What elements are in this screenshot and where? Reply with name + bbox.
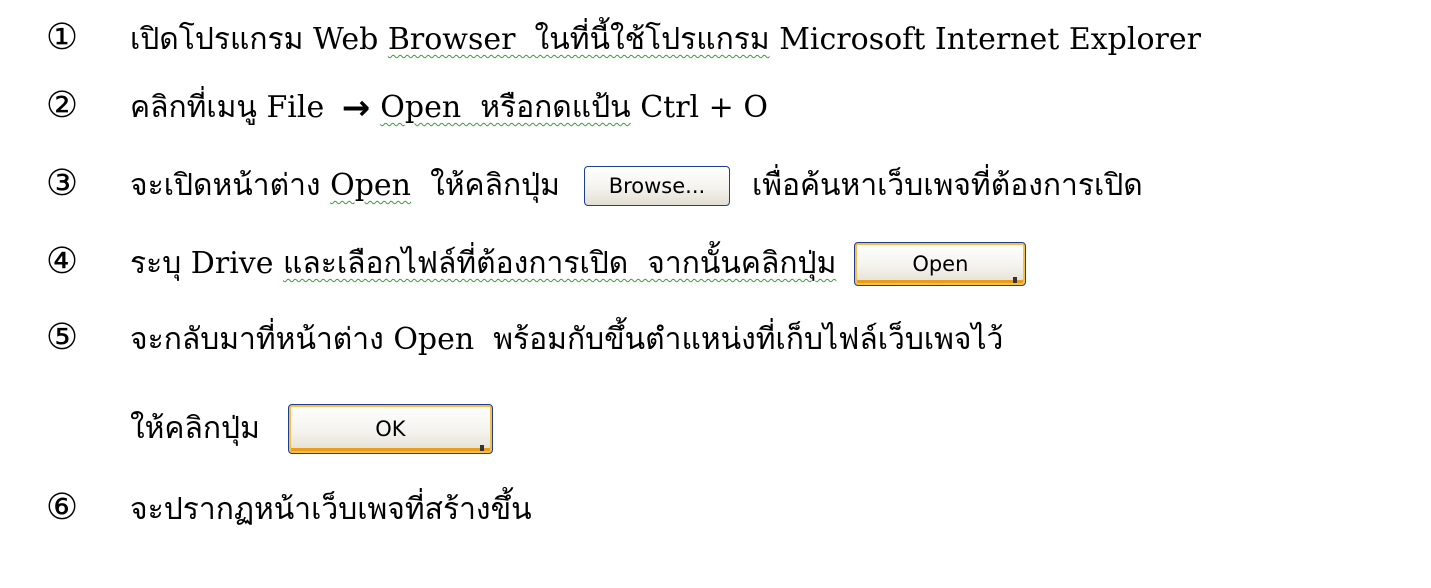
spellcheck-underlined-text: Browser ในที่นี้ใช้โปรแกรม	[387, 22, 770, 57]
step-text-line: ระบุ Drive และเลือกไฟล์ที่ต้องการเปิด จา…	[130, 242, 1027, 286]
step-number: ③	[45, 163, 79, 204]
step-text-line: ให้คลิกปุ่ม OK	[130, 404, 493, 454]
spellcheck-underlined-text: Open หรือกดแป้น	[380, 90, 631, 125]
step-text-line: คลิกที่เมนู File → Open หรือกดแป้น Ctrl +…	[130, 86, 768, 130]
step-number: ⑥	[45, 487, 79, 528]
step-text: เปิดโปรแกรม Web	[130, 22, 388, 57]
step-text: จะเปิดหน้าต่าง	[130, 168, 331, 203]
step-text: ระบุ Drive	[130, 246, 284, 281]
spellcheck-underlined-text: Open	[330, 168, 411, 203]
step-text-line: เปิดโปรแกรม Web Browser ในที่นี้ใช้โปรแก…	[130, 18, 1201, 62]
step-text: เพื่อค้นหาเว็บเพจที่ต้องการเปิด	[751, 168, 1143, 203]
arrow-right-icon: →	[341, 88, 371, 128]
step-number: ①	[45, 17, 79, 58]
step-text-line: จะเปิดหน้าต่าง Open ให้คลิกปุ่ม Browse...…	[130, 164, 1143, 208]
step-text: Microsoft Internet Explorer	[769, 22, 1201, 57]
step-text: ให้คลิกปุ่ม	[411, 168, 560, 203]
step-text: จะปรากฏหน้าเว็บเพจที่สร้างขึ้น	[130, 492, 532, 527]
step-number: ②	[45, 85, 79, 126]
step-text: คลิกที่เมนู File	[130, 90, 334, 125]
step-text-line: จะปรากฏหน้าเว็บเพจที่สร้างขึ้น	[130, 488, 532, 532]
open-button[interactable]: Open	[854, 242, 1027, 286]
step-text-line: จะกลับมาที่หน้าต่าง Open พร้อมกับขึ้นตำแ…	[130, 318, 1003, 362]
step-text: Ctrl + O	[630, 90, 768, 125]
browse-button[interactable]: Browse...	[583, 166, 730, 206]
step-text: จะกลับมาที่หน้าต่าง Open พร้อมกับขึ้นตำแ…	[130, 322, 1004, 357]
step-number: ④	[45, 241, 79, 282]
step-number: ⑤	[45, 317, 79, 358]
spellcheck-underlined-text: และเลือกไฟล์ที่ต้องการเปิด จากนั้นคลิกปุ…	[283, 246, 837, 281]
mouse-cursor-icon	[1013, 277, 1018, 283]
step-text: ให้คลิกปุ่ม	[130, 411, 260, 446]
mouse-cursor-icon	[479, 445, 484, 451]
ok-button[interactable]: OK	[287, 404, 493, 454]
